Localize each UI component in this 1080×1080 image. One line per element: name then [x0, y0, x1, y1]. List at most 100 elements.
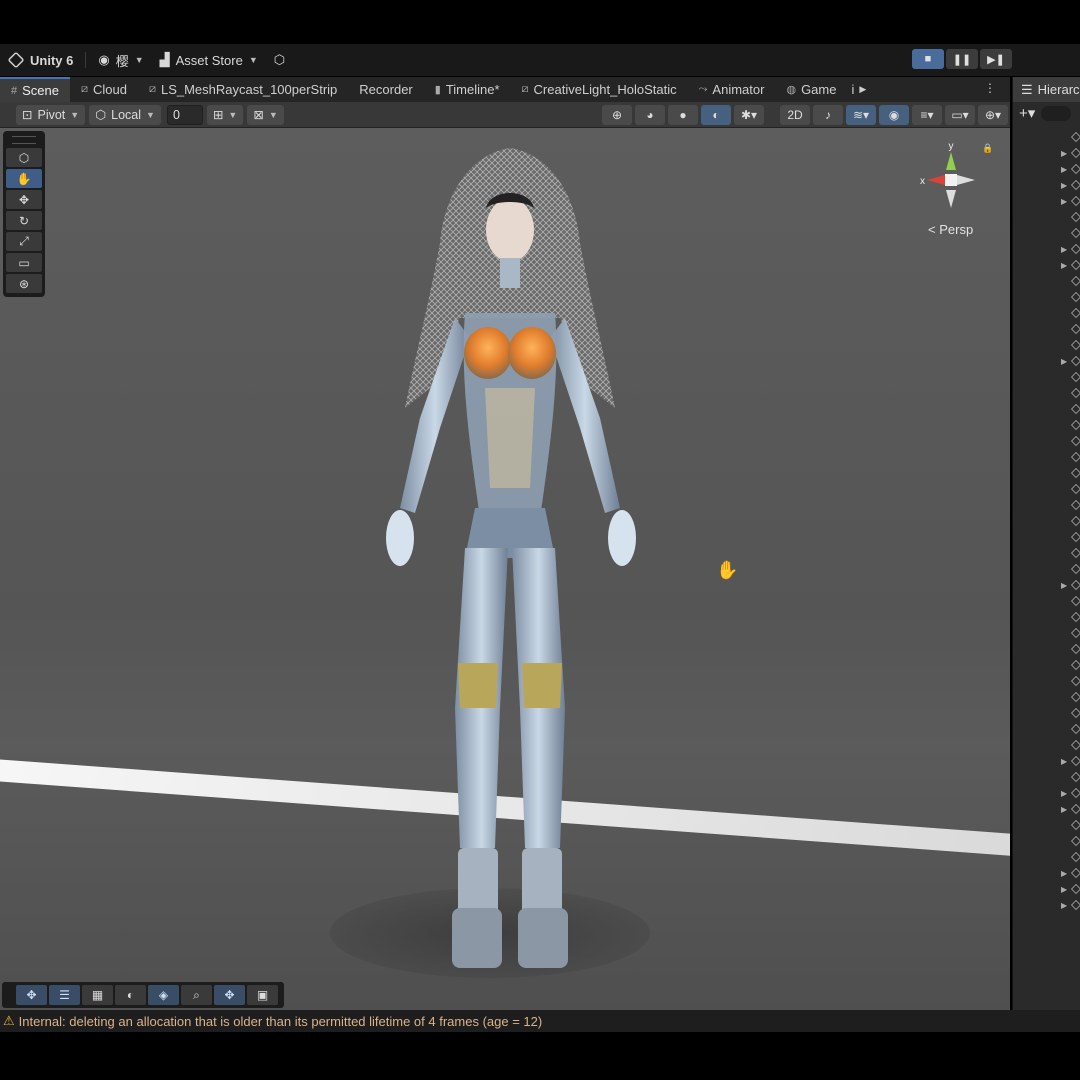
hierarchy-row[interactable] [1013, 497, 1080, 513]
hierarchy-row[interactable]: ▶ [1013, 193, 1080, 209]
hierarchy-row[interactable] [1013, 689, 1080, 705]
expand-arrow-icon[interactable]: ▶ [1061, 805, 1071, 814]
expand-arrow-icon[interactable]: ▶ [1061, 901, 1071, 910]
hierarchy-row[interactable]: ▶ [1013, 897, 1080, 913]
expand-arrow-icon[interactable]: ▶ [1061, 789, 1071, 798]
gizmos-icon[interactable]: ⊕▾ [978, 105, 1008, 125]
tab-cloud[interactable]: ⧄ Cloud [70, 77, 138, 102]
package-button[interactable]: ⬡ [266, 44, 293, 76]
snap-overlay-icon[interactable]: ✥ [214, 985, 245, 1005]
hierarchy-row[interactable] [1013, 481, 1080, 497]
hierarchy-row[interactable] [1013, 545, 1080, 561]
pause-button[interactable]: ❚❚ [946, 49, 978, 69]
hierarchy-row[interactable] [1013, 337, 1080, 353]
hierarchy-row[interactable] [1013, 705, 1080, 721]
tab-hierarchy[interactable]: ☰ Hierarc [1013, 77, 1080, 102]
hierarchy-row[interactable] [1013, 769, 1080, 785]
view-cube-icon[interactable]: ⬡ [6, 148, 42, 167]
settings-overlay-icon[interactable]: ☰ [49, 985, 80, 1005]
account-dropdown[interactable]: ◉ 樱 ▼ [90, 44, 151, 76]
hierarchy-row[interactable] [1013, 561, 1080, 577]
lock-icon[interactable]: 🔒 [982, 143, 993, 154]
more-menu-icon[interactable]: ⋮ [984, 81, 996, 95]
asset-store-dropdown[interactable]: ▟ Asset Store ▼ [152, 44, 266, 76]
shaded-icon[interactable]: ● [668, 105, 698, 125]
hierarchy-row[interactable]: ▶ [1013, 177, 1080, 193]
tab-recorder[interactable]: Recorder [348, 77, 423, 102]
hierarchy-row[interactable]: ▶ [1013, 865, 1080, 881]
wireframe-icon[interactable]: ⊕ [602, 105, 632, 125]
hierarchy-row[interactable] [1013, 401, 1080, 417]
tab-scene[interactable]: # Scene [0, 77, 70, 102]
hierarchy-row[interactable] [1013, 593, 1080, 609]
camera-icon[interactable]: ▭▾ [945, 105, 975, 125]
hierarchy-row[interactable] [1013, 737, 1080, 753]
hierarchy-row[interactable] [1013, 433, 1080, 449]
hierarchy-row[interactable] [1013, 817, 1080, 833]
hierarchy-row[interactable] [1013, 513, 1080, 529]
hierarchy-search-input[interactable] [1041, 105, 1072, 121]
hierarchy-row[interactable] [1013, 657, 1080, 673]
hierarchy-row[interactable] [1013, 465, 1080, 481]
hierarchy-row[interactable] [1013, 305, 1080, 321]
hierarchy-row[interactable] [1013, 673, 1080, 689]
effects-toggle-icon[interactable]: ≋▾ [846, 105, 876, 125]
hierarchy-row[interactable] [1013, 625, 1080, 641]
expand-arrow-icon[interactable]: ▶ [1061, 181, 1071, 190]
expand-arrow-icon[interactable]: ▶ [1061, 261, 1071, 270]
expand-arrow-icon[interactable]: ▶ [1061, 357, 1071, 366]
lighting-mode-icon[interactable]: ◐ [701, 105, 731, 125]
expand-arrow-icon[interactable]: ▶ [1061, 197, 1071, 206]
hierarchy-row[interactable] [1013, 385, 1080, 401]
hierarchy-row[interactable]: ▶ [1013, 881, 1080, 897]
hierarchy-row[interactable]: ▶ [1013, 785, 1080, 801]
shaded-wireframe-icon[interactable]: ◕ [635, 105, 665, 125]
hierarchy-row[interactable] [1013, 321, 1080, 337]
expand-arrow-icon[interactable]: ▶ [1061, 757, 1071, 766]
lighting-overlay-icon[interactable]: ◐ [115, 985, 146, 1005]
hierarchy-row[interactable]: ▶ [1013, 577, 1080, 593]
hierarchy-row[interactable]: ▶ [1013, 145, 1080, 161]
play-button[interactable]: ■ [912, 49, 944, 69]
hierarchy-row[interactable]: ▶ [1013, 241, 1080, 257]
local-dropdown[interactable]: ⬡ Local ▼ [89, 104, 161, 125]
hierarchy-row[interactable] [1013, 849, 1080, 865]
camera-overlay-icon[interactable]: ▣ [247, 985, 278, 1005]
layers-icon[interactable]: ≡▾ [912, 105, 942, 125]
2d-toggle-icon[interactable]: 2D [780, 105, 810, 125]
scale-tool-icon[interactable]: ⤢ [6, 232, 42, 251]
step-button[interactable]: ▶❚ [980, 49, 1012, 69]
hierarchy-row[interactable] [1013, 225, 1080, 241]
tab-game[interactable]: ◍ Game [775, 77, 847, 102]
expand-arrow-icon[interactable]: ▶ [1061, 165, 1071, 174]
tab-animator[interactable]: ⤳ Animator [688, 77, 776, 102]
hierarchy-row[interactable] [1013, 833, 1080, 849]
move-tool-icon[interactable]: ✥ [6, 190, 42, 209]
hierarchy-row[interactable] [1013, 609, 1080, 625]
hierarchy-row[interactable] [1013, 129, 1080, 145]
hierarchy-row[interactable] [1013, 209, 1080, 225]
increment-snap-button[interactable]: ⊠ ▼ [247, 104, 284, 125]
console-status-bar[interactable]: ⚠ Internal: deleting an allocation that … [0, 1010, 1080, 1032]
hierarchy-row[interactable]: ▶ [1013, 753, 1080, 769]
hierarchy-row[interactable]: ▶ [1013, 161, 1080, 177]
character-model[interactable] [360, 148, 660, 978]
pivot-dropdown[interactable]: ⊡ Pivot ▼ [16, 104, 86, 125]
expand-arrow-icon[interactable]: ▶ [1061, 149, 1071, 158]
tab-creativelight[interactable]: ⧄ CreativeLight_HoloStatic [511, 77, 688, 102]
tab-ls-meshraycast[interactable]: ⧄ LS_MeshRaycast_100perStrip [138, 77, 348, 102]
navmesh-overlay-icon[interactable]: ◈ [148, 985, 179, 1005]
add-icon[interactable]: +▾ [1019, 104, 1035, 122]
hierarchy-row[interactable] [1013, 369, 1080, 385]
hierarchy-row[interactable] [1013, 417, 1080, 433]
search-overlay-icon[interactable]: ⌕ [181, 985, 212, 1005]
rotate-tool-icon[interactable]: ↻ [6, 211, 42, 230]
transform-tool-icon[interactable]: ⊛ [6, 274, 42, 293]
tab-timeline[interactable]: ▮ Timeline* [424, 77, 511, 102]
audio-toggle-icon[interactable]: ♪ [813, 105, 843, 125]
expand-arrow-icon[interactable]: ▶ [1061, 885, 1071, 894]
hierarchy-row[interactable] [1013, 449, 1080, 465]
rect-tool-icon[interactable]: ▭ [6, 253, 42, 272]
hierarchy-row[interactable] [1013, 273, 1080, 289]
grid-overlay-icon[interactable]: ▦ [82, 985, 113, 1005]
